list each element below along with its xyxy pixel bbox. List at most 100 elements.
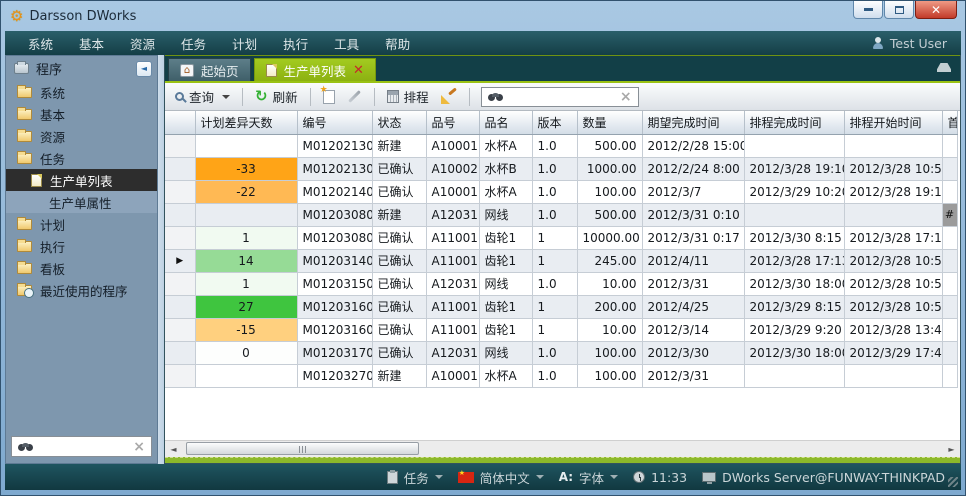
status-font-menu[interactable]: A: 字体 bbox=[559, 468, 618, 487]
column-header-9[interactable]: 排程完成时间 bbox=[744, 111, 844, 134]
sidebar-item-0[interactable]: 系统 bbox=[6, 81, 157, 103]
scroll-left-icon[interactable]: ◄ bbox=[165, 441, 182, 457]
cell-no[interactable]: M012031701 bbox=[297, 341, 372, 364]
cell-no[interactable]: M012032701 bbox=[297, 364, 372, 387]
minimize-button[interactable] bbox=[853, 1, 883, 19]
cell-due[interactable]: 2012/3/14 bbox=[642, 318, 744, 341]
toolbar-search-input[interactable] bbox=[509, 90, 614, 104]
cell-qty[interactable]: 500.00 bbox=[577, 134, 642, 157]
cell-version[interactable]: 1 bbox=[532, 318, 577, 341]
cell-diff[interactable]: -15 bbox=[195, 318, 297, 341]
cell-qty[interactable]: 10.00 bbox=[577, 318, 642, 341]
menu-item-5[interactable]: 执行 bbox=[270, 34, 321, 53]
row-selector[interactable] bbox=[165, 226, 195, 249]
column-header-6[interactable]: 版本 bbox=[532, 111, 577, 134]
cell-no[interactable]: M012021401 bbox=[297, 180, 372, 203]
cell-extra[interactable] bbox=[942, 295, 957, 318]
cell-item-name[interactable]: 水杯A bbox=[479, 134, 532, 157]
cell-version[interactable]: 1.0 bbox=[532, 134, 577, 157]
query-dropdown-icon[interactable] bbox=[222, 95, 230, 99]
cell-extra[interactable] bbox=[942, 318, 957, 341]
user-area[interactable]: Test User bbox=[872, 36, 951, 51]
cell-item-name[interactable]: 水杯A bbox=[479, 180, 532, 203]
cell-no[interactable]: M012031602 bbox=[297, 318, 372, 341]
cell-item-name[interactable]: 网线 bbox=[479, 272, 532, 295]
schedule-button[interactable]: 排程 bbox=[384, 85, 432, 108]
cell-qty[interactable]: 200.00 bbox=[577, 295, 642, 318]
cell-sched-end[interactable] bbox=[744, 134, 844, 157]
cell-sched-end[interactable]: 2012/3/30 18:00 bbox=[744, 272, 844, 295]
cell-status[interactable]: 已确认 bbox=[372, 249, 426, 272]
cell-item-no[interactable]: A11001 bbox=[426, 249, 479, 272]
cell-status[interactable]: 新建 bbox=[372, 364, 426, 387]
cell-diff[interactable]: -22 bbox=[195, 180, 297, 203]
cell-sched-end[interactable]: 2012/3/30 18:00 bbox=[744, 341, 844, 364]
tab-1[interactable]: 生产单列表✕ bbox=[254, 58, 376, 81]
cell-item-name[interactable]: 网线 bbox=[479, 203, 532, 226]
cell-version[interactable]: 1.0 bbox=[532, 203, 577, 226]
column-header-3[interactable]: 状态 bbox=[372, 111, 426, 134]
cell-extra[interactable] bbox=[942, 341, 957, 364]
cell-version[interactable]: 1.0 bbox=[532, 341, 577, 364]
menu-item-3[interactable]: 任务 bbox=[168, 34, 219, 53]
cell-sched-end[interactable]: 2012/3/28 19:10 bbox=[744, 157, 844, 180]
cell-version[interactable]: 1.0 bbox=[532, 272, 577, 295]
status-task-menu[interactable]: 任务 bbox=[387, 468, 443, 487]
cell-sched-start[interactable] bbox=[844, 364, 942, 387]
cell-sched-end[interactable] bbox=[744, 203, 844, 226]
column-header-11[interactable]: 首 bbox=[942, 111, 957, 134]
cell-item-no[interactable]: A10001 bbox=[426, 180, 479, 203]
cell-qty[interactable]: 245.00 bbox=[577, 249, 642, 272]
new-button[interactable] bbox=[320, 88, 338, 106]
close-tab-icon[interactable]: ✕ bbox=[353, 64, 364, 77]
row-selector[interactable] bbox=[165, 364, 195, 387]
sidebar-collapse-button[interactable]: ◄ bbox=[136, 61, 152, 77]
cell-version[interactable]: 1.0 bbox=[532, 157, 577, 180]
cell-status[interactable]: 已确认 bbox=[372, 226, 426, 249]
select-all-corner[interactable] bbox=[165, 111, 195, 134]
cell-qty[interactable]: 100.00 bbox=[577, 180, 642, 203]
cell-qty[interactable]: 10.00 bbox=[577, 272, 642, 295]
cell-extra[interactable] bbox=[942, 364, 957, 387]
cell-qty[interactable]: 100.00 bbox=[577, 341, 642, 364]
cell-item-no[interactable]: A11001 bbox=[426, 295, 479, 318]
cell-diff[interactable]: 14 bbox=[195, 249, 297, 272]
cell-status[interactable]: 已确认 bbox=[372, 318, 426, 341]
close-button[interactable]: ✕ bbox=[915, 1, 957, 19]
cell-qty[interactable]: 10000.00 bbox=[577, 226, 642, 249]
query-button[interactable]: 查询 bbox=[172, 85, 233, 108]
menu-item-6[interactable]: 工具 bbox=[321, 34, 372, 53]
cell-sched-end[interactable]: 2012/3/28 17:13 bbox=[744, 249, 844, 272]
cell-qty[interactable]: 100.00 bbox=[577, 364, 642, 387]
cell-item-no[interactable]: A12031 bbox=[426, 272, 479, 295]
cell-due[interactable]: 2012/3/31 0:17 bbox=[642, 226, 744, 249]
cell-diff[interactable]: 1 bbox=[195, 226, 297, 249]
row-selector[interactable] bbox=[165, 157, 195, 180]
cell-sched-end[interactable]: 2012/3/30 8:15 bbox=[744, 226, 844, 249]
sidebar-item-1[interactable]: 基本 bbox=[6, 103, 157, 125]
sidebar-search-input[interactable] bbox=[39, 440, 127, 454]
menu-item-7[interactable]: 帮助 bbox=[372, 34, 423, 53]
cell-sched-start[interactable]: 2012/3/28 10:52 bbox=[844, 157, 942, 180]
sidebar-item-7[interactable]: 执行 bbox=[6, 235, 157, 257]
cell-sched-start[interactable] bbox=[844, 134, 942, 157]
cell-no[interactable]: M012031402 bbox=[297, 249, 372, 272]
menu-item-0[interactable]: 系统 bbox=[15, 34, 66, 53]
cell-no[interactable]: M012030801 bbox=[297, 203, 372, 226]
cell-item-no[interactable]: A11001 bbox=[426, 318, 479, 341]
cell-due[interactable]: 2012/4/25 bbox=[642, 295, 744, 318]
cell-sched-start[interactable]: 2012/3/29 17:46 bbox=[844, 341, 942, 364]
cell-due[interactable]: 2012/4/11 bbox=[642, 249, 744, 272]
cell-sched-start[interactable]: 2012/3/28 17:13 bbox=[844, 226, 942, 249]
sidebar-item-6[interactable]: 计划 bbox=[6, 213, 157, 235]
cell-item-no[interactable]: A12031 bbox=[426, 341, 479, 364]
resize-grip[interactable] bbox=[948, 477, 958, 487]
cell-version[interactable]: 1.0 bbox=[532, 180, 577, 203]
sidebar-search-clear-icon[interactable]: × bbox=[133, 440, 145, 454]
cell-due[interactable]: 2012/3/30 bbox=[642, 341, 744, 364]
cell-diff[interactable] bbox=[195, 364, 297, 387]
cell-item-no[interactable]: A10001 bbox=[426, 364, 479, 387]
cell-sched-start[interactable]: 2012/3/28 13:40 bbox=[844, 318, 942, 341]
sidebar-item-5[interactable]: 生产单属性 bbox=[6, 191, 157, 213]
cell-sched-start[interactable]: 2012/3/28 19:10 bbox=[844, 180, 942, 203]
